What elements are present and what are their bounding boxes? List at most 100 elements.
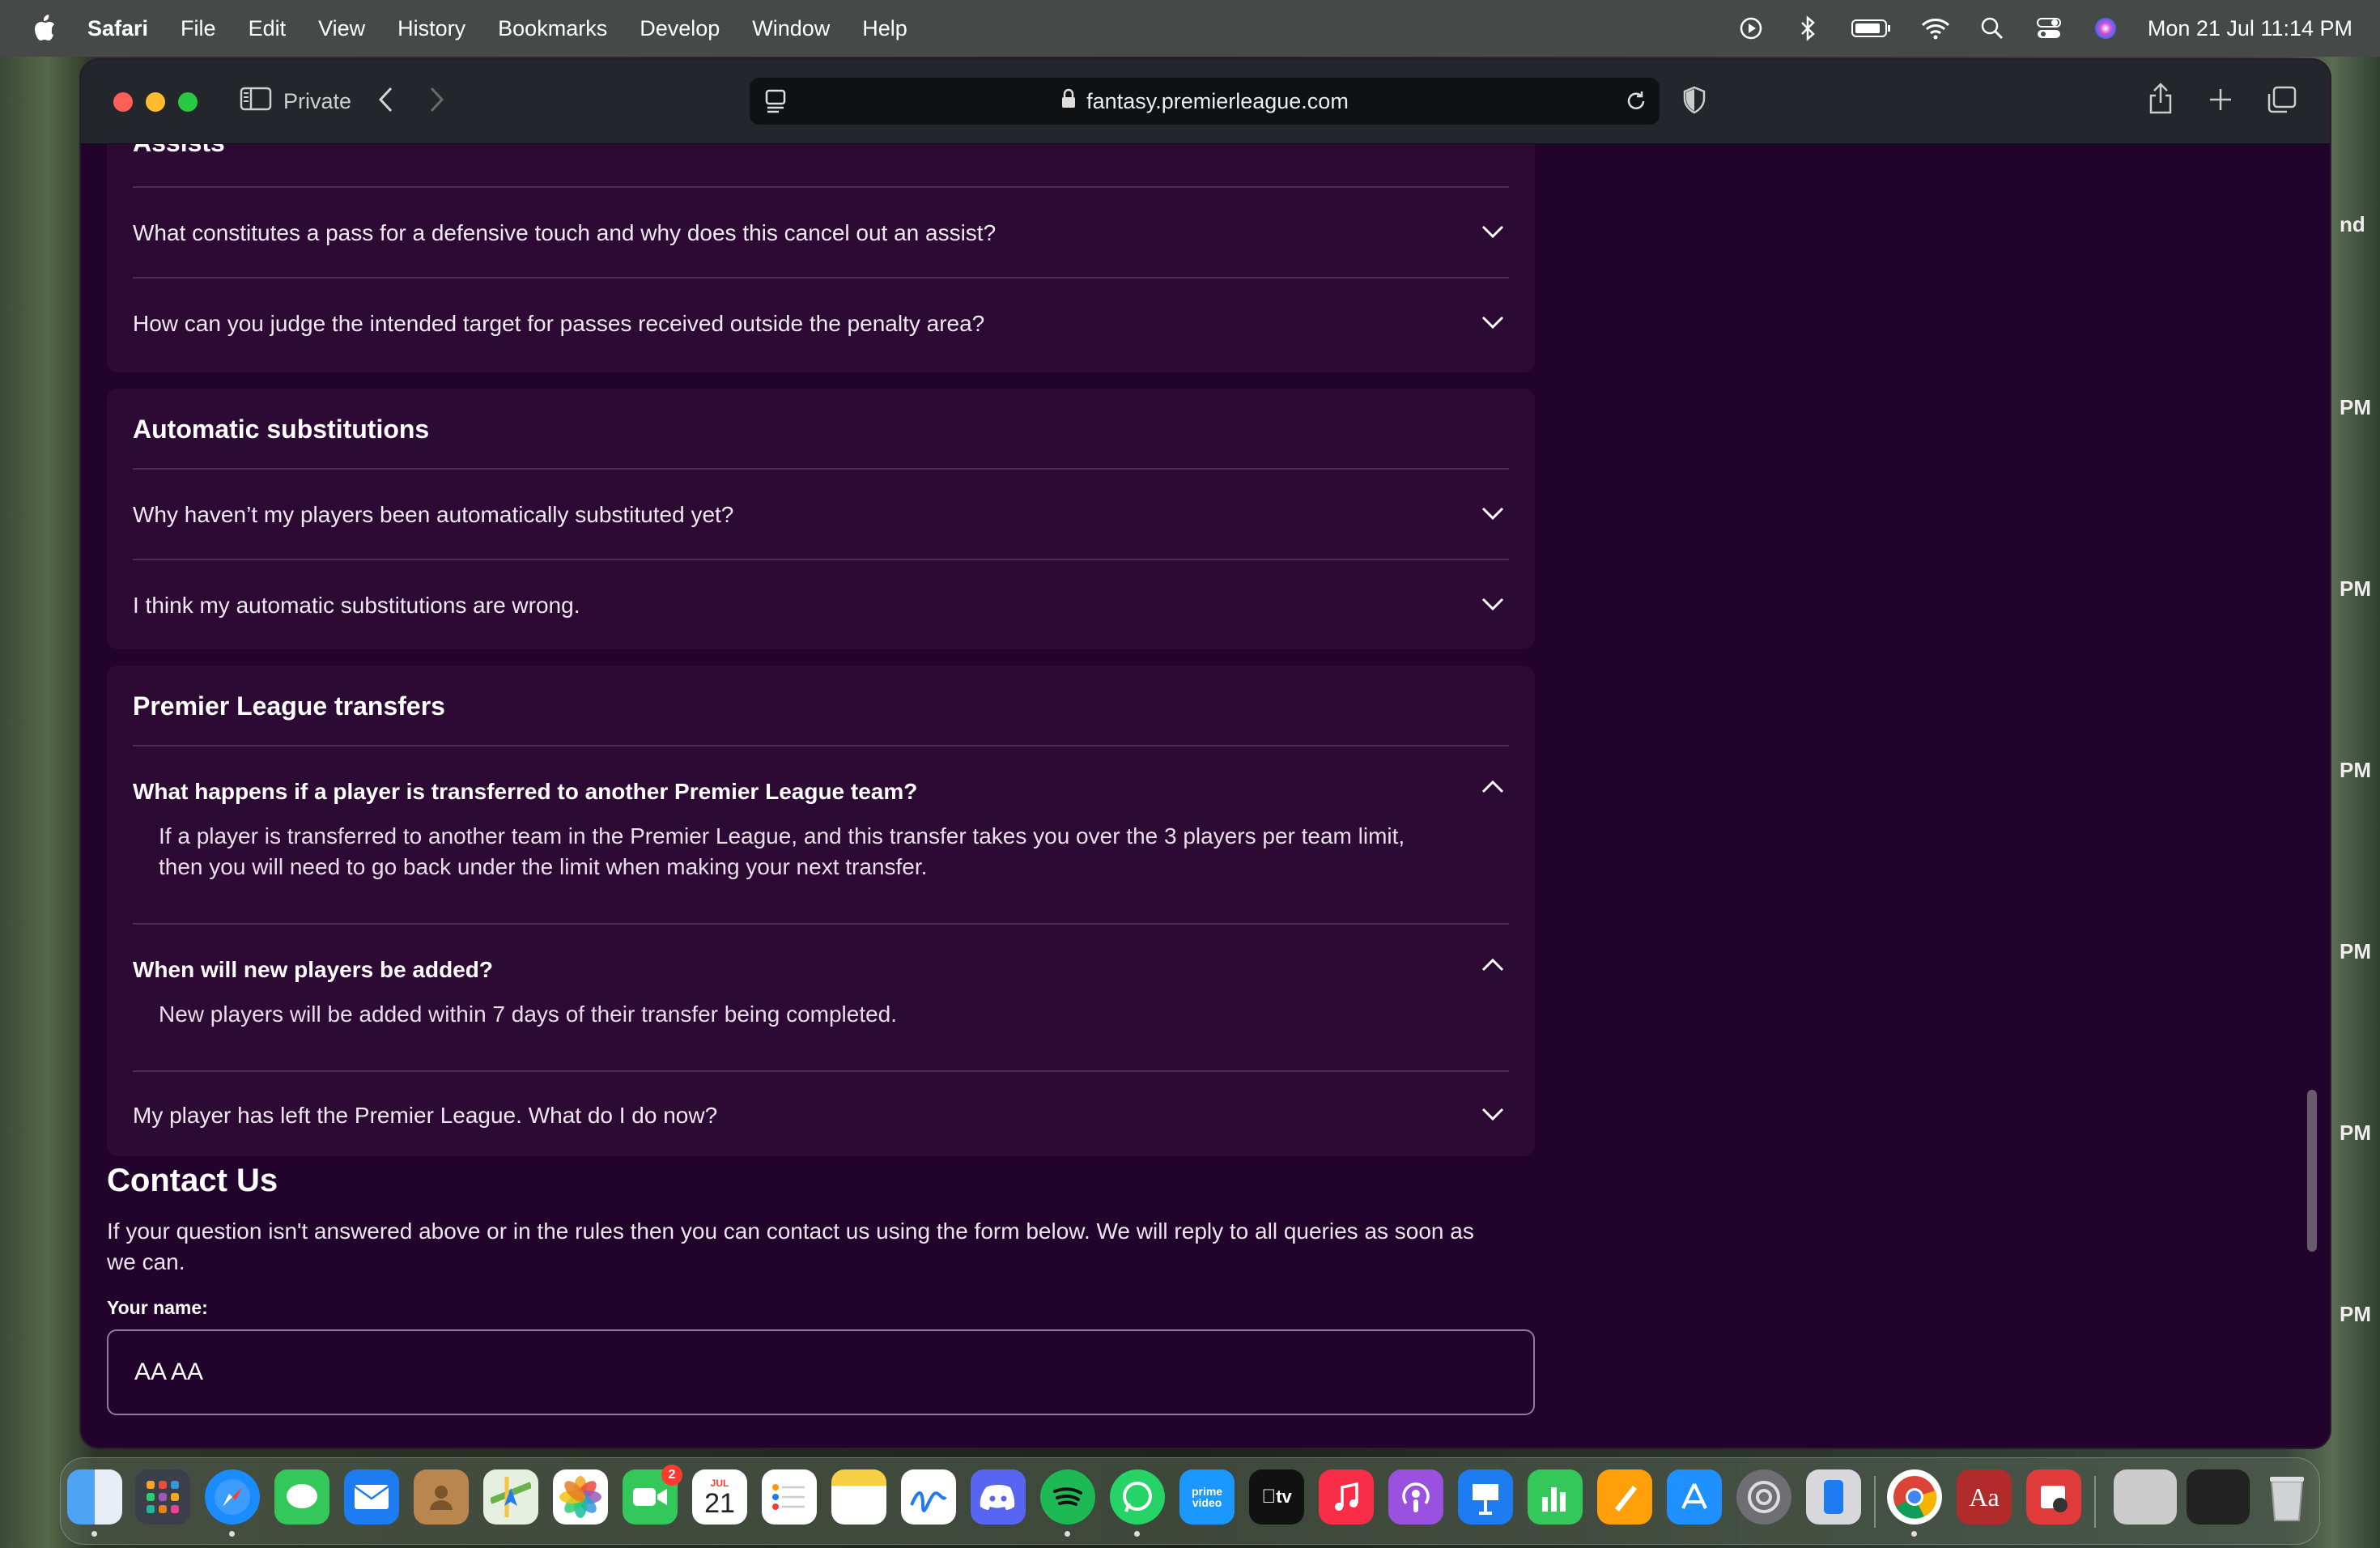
chrome-icon[interactable]: [1887, 1469, 1942, 1525]
close-window-button[interactable]: [113, 91, 133, 112]
faq-item[interactable]: I think my automatic substitutions are w…: [133, 559, 1509, 649]
faq-item-expanded[interactable]: What happens if a player is transferred …: [133, 745, 1509, 923]
faq-question[interactable]: I think my automatic substitutions are w…: [133, 593, 580, 619]
photos-icon[interactable]: [553, 1469, 608, 1525]
contacts-icon[interactable]: [414, 1469, 469, 1525]
name-field-label: Your name:: [107, 1297, 208, 1318]
app-store-icon[interactable]: [1667, 1469, 1722, 1525]
podcasts-icon[interactable]: [1388, 1469, 1443, 1525]
new-tab-icon[interactable]: [2207, 83, 2234, 119]
reminders-icon[interactable]: [762, 1469, 817, 1525]
battery-icon[interactable]: [1850, 14, 1893, 43]
faq-question[interactable]: My player has left the Premier League. W…: [133, 1103, 717, 1129]
faq-section-premier-league-transfers: Premier League transfers What happens if…: [107, 666, 1535, 1156]
freeform-icon[interactable]: [901, 1469, 956, 1525]
numbers-icon[interactable]: [1528, 1469, 1583, 1525]
menu-history[interactable]: History: [397, 16, 465, 41]
calendar-month: JUL: [710, 1478, 729, 1489]
faq-question[interactable]: What happens if a player is transferred …: [133, 779, 917, 805]
faq-question[interactable]: What constitutes a pass for a defensive …: [133, 220, 996, 246]
calendar-day: 21: [704, 1488, 735, 1519]
spotlight-search-icon[interactable]: [1978, 14, 2007, 43]
chevron-down-icon[interactable]: [1480, 219, 1506, 245]
launchpad-icon[interactable]: [135, 1469, 190, 1525]
whatsapp-icon[interactable]: [1110, 1469, 1165, 1525]
spotify-icon[interactable]: [1040, 1469, 1095, 1525]
page-menu-icon[interactable]: [764, 88, 788, 120]
tab-overview-icon[interactable]: [2267, 83, 2297, 119]
notification-badge: 2: [661, 1465, 682, 1486]
photo-booth-icon[interactable]: [2026, 1469, 2081, 1525]
discord-icon[interactable]: [971, 1469, 1026, 1525]
faq-question[interactable]: Why haven’t my players been automaticall…: [133, 502, 733, 528]
chevron-up-icon[interactable]: [1480, 952, 1506, 978]
menu-window[interactable]: Window: [752, 16, 830, 41]
notes-icon[interactable]: [831, 1469, 886, 1525]
recent-screenshot-icon[interactable]: [2187, 1469, 2250, 1525]
safari-icon[interactable]: [205, 1469, 260, 1525]
chevron-down-icon[interactable]: [1480, 309, 1506, 335]
faq-answer-line: then you will need to go back under the …: [159, 854, 928, 879]
reload-icon[interactable]: [1624, 89, 1648, 119]
faq-item[interactable]: Why haven’t my players been automaticall…: [133, 468, 1509, 559]
maps-icon[interactable]: [483, 1469, 538, 1525]
vertical-scrollbar[interactable]: [2307, 1090, 2317, 1252]
finder-icon[interactable]: [67, 1469, 122, 1525]
edge-text: PM: [2340, 395, 2371, 419]
menubar-clock[interactable]: Mon 21 Jul 11:14 PM: [2148, 16, 2352, 41]
faq-item-expanded[interactable]: When will new players be added? New play…: [133, 923, 1509, 1070]
name-input[interactable]: [107, 1329, 1535, 1415]
menu-bookmarks[interactable]: Bookmarks: [498, 16, 607, 41]
chevron-up-icon[interactable]: [1480, 774, 1506, 800]
keynote-icon[interactable]: [1458, 1469, 1513, 1525]
chevron-down-icon[interactable]: [1480, 591, 1506, 617]
section-title-transfers: Premier League transfers: [133, 691, 445, 721]
back-icon[interactable]: [377, 86, 395, 117]
menu-edit[interactable]: Edit: [249, 16, 287, 41]
play-status-icon[interactable]: [1736, 14, 1766, 43]
chevron-down-icon[interactable]: [1480, 500, 1506, 526]
mail-icon[interactable]: [344, 1469, 399, 1525]
window-controls: [113, 91, 198, 112]
facetime-icon[interactable]: 2: [623, 1465, 682, 1525]
iphone-mirroring-icon[interactable]: [1806, 1469, 1861, 1525]
bluetooth-icon[interactable]: [1793, 14, 1822, 43]
share-icon[interactable]: [2147, 83, 2174, 119]
faq-question[interactable]: How can you judge the intended target fo…: [133, 311, 984, 337]
siri-icon[interactable]: [2091, 14, 2120, 43]
music-icon[interactable]: [1319, 1469, 1374, 1525]
minimize-window-button[interactable]: [146, 91, 165, 112]
apple-icon[interactable]: [31, 12, 58, 45]
faq-item[interactable]: How can you judge the intended target fo…: [133, 277, 1509, 368]
messages-icon[interactable]: [274, 1469, 329, 1525]
dictionary-icon[interactable]: Aa: [1957, 1469, 2012, 1525]
system-settings-icon[interactable]: [1736, 1469, 1791, 1525]
faq-item[interactable]: What constitutes a pass for a defensive …: [133, 186, 1509, 277]
edge-text: PM: [2340, 758, 2371, 782]
forward-icon[interactable]: [427, 86, 445, 117]
menu-view[interactable]: View: [318, 16, 365, 41]
faq-answer-line: If a player is transferred to another te…: [159, 823, 1405, 848]
sidebar-toggle-button[interactable]: Private: [240, 86, 351, 117]
apple-tv-icon[interactable]: tv: [1249, 1469, 1304, 1525]
calendar-icon[interactable]: JUL 21: [692, 1469, 747, 1525]
faq-item[interactable]: My player has left the Premier League. W…: [133, 1070, 1509, 1156]
trash-icon[interactable]: [2259, 1469, 2314, 1525]
faq-question[interactable]: When will new players be added?: [133, 957, 493, 983]
menu-app-name[interactable]: Safari: [87, 16, 148, 41]
control-center-icon[interactable]: [2034, 14, 2063, 43]
menu-help[interactable]: Help: [862, 16, 907, 41]
faq-section-automatic-substitutions: Automatic substitutions Why haven’t my p…: [107, 389, 1535, 649]
page-content[interactable]: Assists What constitutes a pass for a de…: [81, 144, 2330, 1448]
menu-file[interactable]: File: [181, 16, 216, 41]
zoom-window-button[interactable]: [178, 91, 198, 112]
privacy-shield-icon[interactable]: [1682, 86, 1706, 119]
recent-document-icon[interactable]: [2114, 1469, 2177, 1525]
contact-us-heading: Contact Us: [107, 1163, 278, 1198]
pages-icon[interactable]: [1597, 1469, 1652, 1525]
wifi-icon[interactable]: [1921, 14, 1950, 43]
chevron-down-icon[interactable]: [1480, 1101, 1506, 1127]
address-bar[interactable]: fantasy.premierleague.com: [750, 78, 1660, 125]
prime-video-icon[interactable]: prime video: [1179, 1469, 1235, 1525]
menu-develop[interactable]: Develop: [640, 16, 720, 41]
